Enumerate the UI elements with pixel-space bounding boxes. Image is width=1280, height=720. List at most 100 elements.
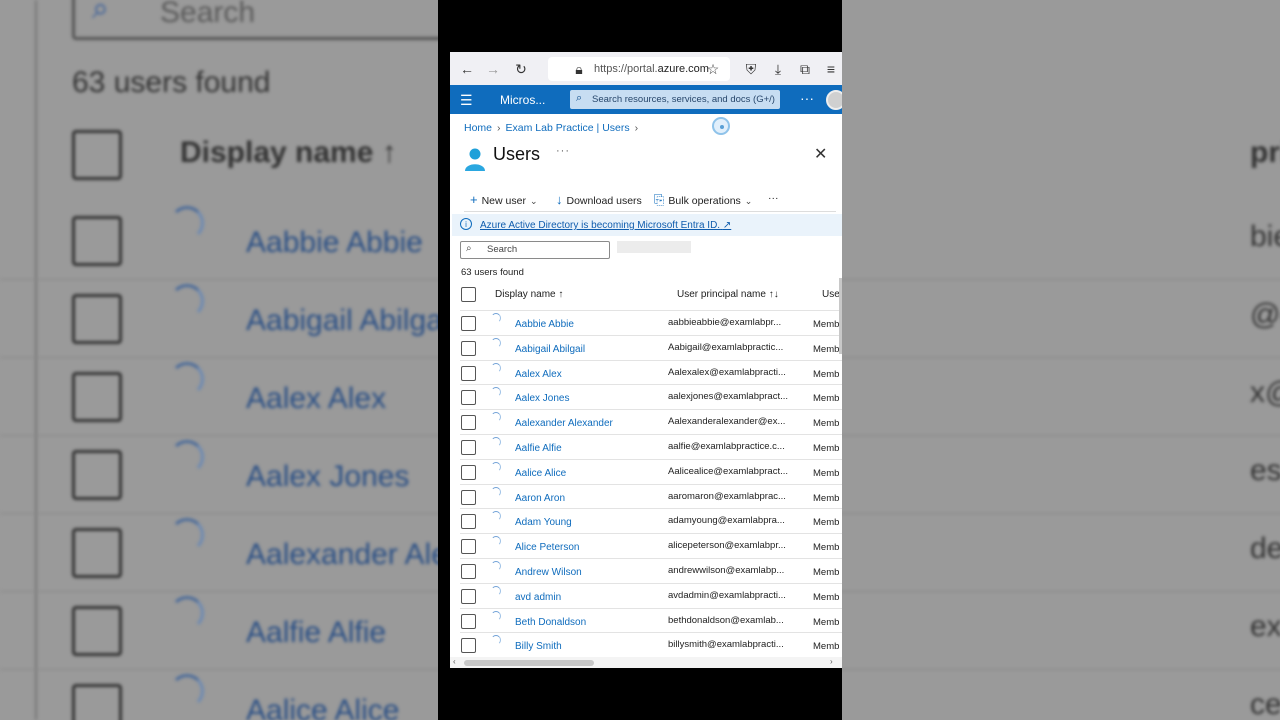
bulk-operations-icon: ⎘: [654, 192, 665, 207]
star-icon[interactable]: ☆: [704, 60, 722, 78]
breadcrumb-home[interactable]: Home: [464, 122, 492, 134]
user-display-name[interactable]: Adam Young: [515, 517, 572, 528]
background-checkbox: [72, 294, 122, 344]
download-users-button[interactable]: ↓ Download users: [556, 192, 642, 207]
url-text[interactable]: https://portal.azure.com: [594, 63, 709, 75]
table-row[interactable]: Beth Donaldson bethdonaldson@examlab... Me…: [460, 607, 842, 633]
banner-link[interactable]: Azure Active Directory is becoming Micro…: [480, 220, 731, 231]
user-display-name[interactable]: Aalex Jones: [515, 393, 569, 404]
row-checkbox[interactable]: [461, 340, 476, 356]
bulk-operations-button[interactable]: ⎘ Bulk operations ⌄: [654, 192, 752, 208]
column-display-name[interactable]: Display name ↑: [495, 289, 563, 300]
user-display-name[interactable]: Beth Donaldson: [515, 617, 586, 628]
table-row[interactable]: Aalex Alex Aalexalex@examlabpracti... Memb: [460, 359, 842, 385]
row-checkbox[interactable]: [461, 564, 476, 579]
row-checkbox[interactable]: [461, 415, 476, 431]
breadcrumb-tenant[interactable]: Exam Lab Practice | Users: [506, 122, 630, 134]
user-display-name[interactable]: Billy Smith: [515, 641, 562, 652]
background-row: bie@examlabpr...Memb: [842, 202, 1280, 280]
table-row[interactable]: Alice Peterson alicepeterson@examlabpr...…: [460, 533, 842, 558]
table-row[interactable]: avd admin avdadmin@examlabpracti... Memb: [460, 582, 842, 608]
download-icon[interactable]: ⤓: [769, 60, 787, 78]
table-row[interactable]: Billy Smith billysmith@examlabpracti... Me…: [460, 632, 842, 657]
table-row[interactable]: Aalice Alice Aalicealice@examlabpract... M…: [460, 458, 842, 484]
background-checkbox: [72, 606, 122, 656]
lock-icon[interactable]: 🔒︎: [570, 60, 588, 78]
loading-spinner-icon: [491, 635, 501, 646]
user-display-name[interactable]: Andrew Wilson: [515, 567, 582, 578]
horizontal-scroll-thumb[interactable]: [464, 660, 594, 666]
user-display-name[interactable]: Aalexander Alexander: [515, 418, 613, 429]
portal-more-icon[interactable]: ···: [800, 90, 814, 106]
menu-icon[interactable]: ≡: [822, 60, 840, 78]
user-display-name[interactable]: Aalfie Alfie: [515, 443, 562, 454]
background-display-name: Aabigail Abilga: [246, 304, 438, 337]
table-row[interactable]: Aalexander Alexander Aalexanderalexander@…: [460, 409, 842, 434]
forward-icon[interactable]: →: [484, 60, 502, 78]
select-all-checkbox[interactable]: [461, 287, 476, 302]
background-row: Aalice Alice: [0, 670, 438, 720]
search-input[interactable]: [487, 244, 602, 255]
background-count: 63 users found: [72, 66, 271, 99]
table-row[interactable]: Adam Young adamyoung@examlabpra... Memb: [460, 508, 842, 533]
back-icon[interactable]: ←: [458, 60, 476, 78]
reload-icon[interactable]: ↻: [512, 60, 530, 78]
row-checkbox[interactable]: [461, 588, 476, 604]
row-checkbox[interactable]: [461, 489, 476, 505]
scroll-left-icon[interactable]: ‹: [453, 657, 456, 666]
background-spinner-icon: [170, 440, 204, 474]
more-commands-icon[interactable]: ···: [768, 192, 779, 204]
portal-search-icon: ⌕: [576, 92, 583, 104]
row-checkbox[interactable]: [461, 365, 476, 381]
avatar[interactable]: [826, 90, 842, 110]
user-display-name[interactable]: Aalice Alice: [515, 468, 566, 479]
column-user-principal-name[interactable]: User principal name ↑↓: [677, 289, 779, 300]
row-checkbox[interactable]: [461, 390, 476, 406]
background-upn: @examlabpractic...: [1250, 298, 1280, 331]
background-left: ⌕ Search 63 users found Display name ↑ A…: [0, 0, 438, 720]
search-field[interactable]: ⌕: [460, 241, 610, 259]
user-display-name[interactable]: Alice Peterson: [515, 542, 579, 553]
horizontal-scrollbar[interactable]: ‹ ›: [450, 657, 842, 668]
table-row[interactable]: Aaron Aron aaromaron@examlabprac... Memb: [460, 483, 842, 509]
page-title: Users: [493, 144, 541, 164]
scroll-right-icon[interactable]: ›: [830, 657, 833, 666]
pocket-icon[interactable]: ⛨: [742, 60, 760, 78]
table-row[interactable]: Aalex Jones aalexjones@examlabpract... Mem…: [460, 384, 842, 409]
row-checkbox[interactable]: [461, 514, 476, 530]
title-more-icon[interactable]: ···: [556, 145, 570, 157]
user-principal-name: Aalexalex@examlabpracti...: [668, 366, 786, 378]
table-row[interactable]: Andrew Wilson andrewwilson@examlabp... Mem…: [460, 558, 842, 583]
row-checkbox[interactable]: [461, 440, 476, 455]
user-type: Memb: [813, 393, 840, 405]
table-row[interactable]: Aabbie Abbie aabbieabbie@examlabpr... Memb: [460, 310, 842, 335]
portal-brand[interactable]: Micros...: [500, 93, 545, 107]
hamburger-icon[interactable]: ☰: [460, 92, 473, 109]
column-user-type[interactable]: Use: [822, 289, 840, 300]
portal-search-placeholder[interactable]: Search resources, services, and docs (G+…: [592, 94, 775, 105]
user-display-name[interactable]: Aabigail Abilgail: [515, 344, 585, 355]
row-checkbox[interactable]: [461, 613, 476, 629]
row-checkbox[interactable]: [461, 316, 476, 331]
user-display-name[interactable]: Aabbie Abbie: [515, 319, 574, 330]
user-principal-name: alicepeterson@examlabpr...: [668, 540, 786, 552]
loading-spinner-icon: [491, 437, 501, 447]
users-count: 63 users found: [461, 267, 524, 278]
row-checkbox[interactable]: [461, 638, 476, 654]
row-checkbox[interactable]: [461, 464, 476, 480]
user-display-name[interactable]: avd admin: [515, 592, 561, 603]
user-display-name[interactable]: Aaron Aron: [515, 493, 565, 504]
vertical-scrollbar[interactable]: [839, 278, 842, 354]
loading-spinner-icon: [491, 610, 501, 621]
user-display-name[interactable]: Aalex Alex: [515, 369, 562, 380]
new-user-button[interactable]: + New user ⌄: [470, 192, 538, 207]
background-upn: es@examlabpract...: [1250, 454, 1280, 487]
row-checkbox[interactable]: [461, 539, 476, 555]
user-type: Memb: [813, 567, 840, 578]
table-row[interactable]: Aabigail Abilgail Aabigail@examlabpractic…: [460, 334, 842, 360]
close-icon[interactable]: ✕: [814, 144, 827, 164]
background-spinner-icon: [170, 284, 204, 318]
table-row[interactable]: Aalfie Alfie aalfie@examlabpractice.c... M…: [460, 434, 842, 459]
download-icon: ↓: [556, 192, 563, 207]
extensions-icon[interactable]: ⧉: [796, 60, 814, 78]
